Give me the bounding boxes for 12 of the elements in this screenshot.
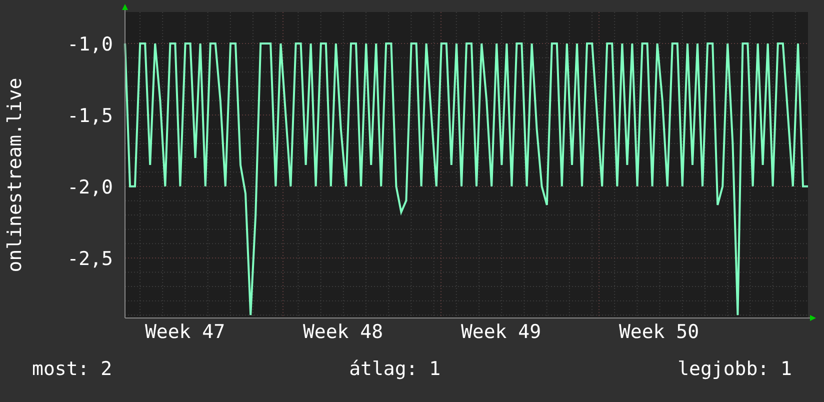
- y-tick-label: -1,5: [67, 104, 113, 127]
- x-tick-label: Week 49: [460, 321, 542, 343]
- y-tick-label: -1,0: [67, 33, 113, 56]
- summary-stat: most: 2: [32, 358, 112, 380]
- x-tick-label: Week 48: [302, 321, 384, 343]
- summary-stat: legjobb: 1: [678, 358, 792, 380]
- x-tick-label: Week 47: [144, 321, 226, 343]
- y-tick-label: -2,5: [67, 248, 113, 270]
- summary-stat: átlag: 1: [349, 358, 441, 380]
- y-tick-label: -2,0: [67, 176, 113, 198]
- y-axis-title: onlinestream.live: [4, 78, 26, 272]
- x-tick-label: Week 50: [618, 321, 700, 343]
